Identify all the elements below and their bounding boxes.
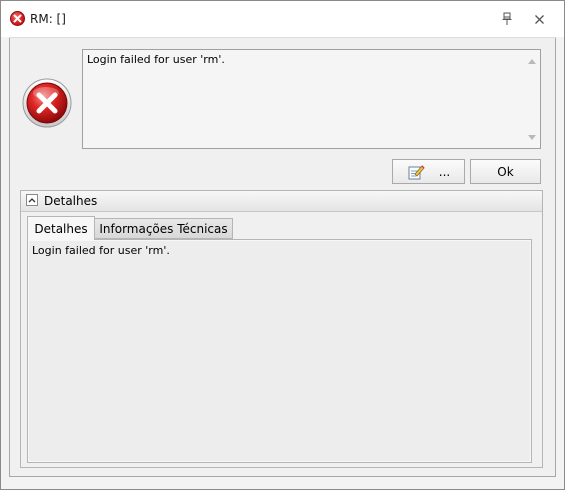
title-bar: RM: [] (1, 1, 564, 37)
dialog-body: Login failed for user 'rm'. ... Ok Detal… (9, 38, 556, 477)
details-content-area[interactable]: Login failed for user 'rm'. (27, 239, 532, 463)
error-message-text: Login failed for user 'rm'. (87, 53, 225, 66)
tab-label: Informações Técnicas (99, 221, 228, 236)
details-panel: Detalhes Detalhes Informações Técnicas L… (20, 190, 543, 468)
notes-button[interactable]: ... (392, 159, 465, 184)
pin-icon (502, 12, 512, 25)
error-message-box[interactable]: Login failed for user 'rm'. (82, 49, 541, 149)
tab-detalhes[interactable]: Detalhes (27, 216, 95, 240)
tab-label: Detalhes (34, 221, 88, 236)
chevron-up-icon (28, 198, 36, 203)
scroll-up-arrow[interactable] (528, 59, 536, 64)
details-header-label: Detalhes (44, 194, 98, 208)
error-dialog: RM: [] Login failed for user 'rm'. ... O… (0, 0, 565, 490)
details-text: Login failed for user 'rm'. (32, 244, 170, 257)
window-title: RM: [] (30, 12, 66, 26)
error-icon (22, 78, 72, 128)
notes-edit-icon (408, 164, 425, 179)
notes-button-label: ... (438, 164, 451, 179)
error-icon (10, 11, 25, 26)
ok-button[interactable]: Ok (470, 159, 541, 184)
close-button[interactable] (530, 10, 548, 28)
details-header[interactable]: Detalhes (21, 191, 542, 212)
scroll-down-arrow[interactable] (528, 135, 536, 140)
close-icon (534, 14, 544, 24)
tab-informacoes-tecnicas[interactable]: Informações Técnicas (95, 218, 233, 239)
ok-button-label: Ok (497, 164, 514, 179)
collapse-details-button[interactable] (26, 194, 38, 206)
details-text-area: Login failed for user 'rm'. (29, 241, 530, 461)
pin-button[interactable] (498, 10, 516, 28)
